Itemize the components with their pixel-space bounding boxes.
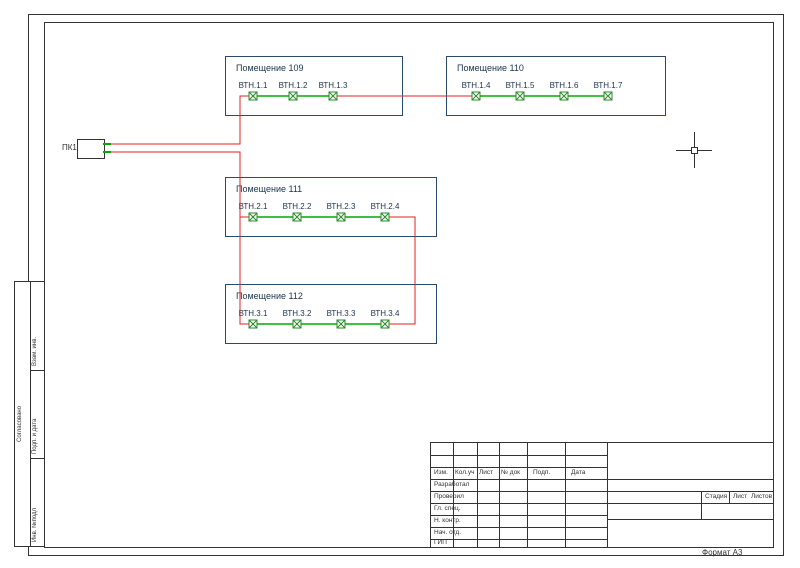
tb-row: Разработал [434,481,469,488]
stamp-text: Взам. инв. [32,337,38,366]
tb-head: Дата [571,469,585,476]
wire-stub [103,143,111,145]
room-title: Помещение 110 [457,63,524,73]
room-110: Помещение 110 [446,56,666,116]
wire-stub [103,151,111,153]
tb-head: Изм. [434,469,448,476]
tb-head: Лист [479,469,493,476]
tb-right: Лист [733,493,747,500]
stamp-cell: Инв. №подл [29,457,45,547]
tb-row: Нач. отд. [434,529,461,536]
stamp-cell: Взам. инв. [29,281,45,371]
panel-label: ПК1 [62,143,77,152]
stamp-text: Согласовано [17,406,23,442]
room-title: Помещение 109 [236,63,304,73]
tb-head: Кол.уч [455,469,475,476]
crosshair-center [691,147,698,154]
room-111: Помещение 111 [225,177,437,237]
tb-head: № док [501,469,520,476]
room-109: Помещение 109 [225,56,403,116]
tb-right: Листов [751,493,772,500]
stamp-cell: Согласовано [14,281,31,547]
left-stamp-column: Инв. №подл Подп. и дата Взам. инв. Согла… [14,281,44,546]
room-title: Помещение 112 [236,291,303,301]
format-label: Формат А3 [702,548,742,557]
panel-box [77,139,105,159]
tb-row: Проверил [434,493,464,500]
tb-row: ГИП [434,539,447,546]
stamp-text: Подп. и дата [32,419,38,454]
stamp-text: Инв. №подл [32,508,38,542]
tb-right: Стадия [705,493,727,500]
room-title: Помещение 111 [236,184,302,194]
tb-row: Н. контр. [434,517,461,524]
cad-drawing-stage: Инв. №подл Подп. и дата Взам. инв. Согла… [0,0,800,568]
tb-row: Гл. спец. [434,505,460,512]
stamp-cell: Подп. и дата [29,369,45,459]
title-block: Изм. Кол.уч Лист № док Подп. Дата Разраб… [430,442,774,548]
room-112: Помещение 112 [225,284,437,344]
tb-head: Подп. [533,469,550,476]
